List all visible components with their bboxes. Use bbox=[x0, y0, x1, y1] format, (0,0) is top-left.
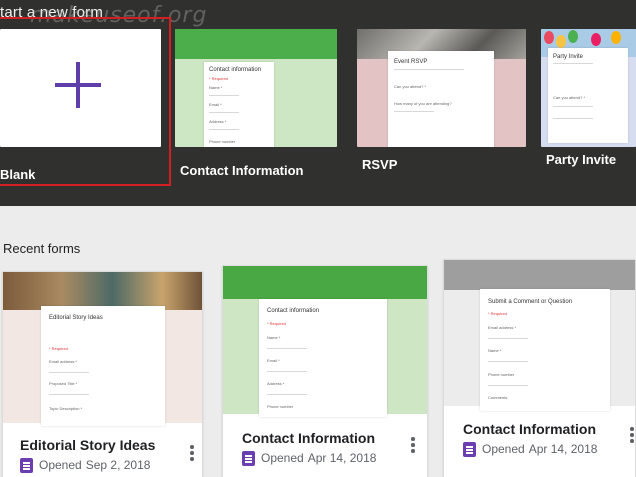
template-contact-label[interactable]: Contact Information bbox=[180, 163, 304, 178]
preview-line bbox=[488, 385, 528, 386]
form-preview: Editorial Story Ideas * Required Email a… bbox=[41, 306, 165, 426]
preview-line bbox=[488, 361, 528, 362]
preview-line bbox=[553, 63, 593, 64]
preview-line bbox=[488, 338, 528, 339]
preview-title: Contact information bbox=[209, 67, 262, 73]
preview-field: Phone number bbox=[488, 372, 515, 377]
preview-title: Event RSVP bbox=[394, 59, 428, 65]
more-vert-icon[interactable] bbox=[409, 437, 417, 455]
forms-icon bbox=[20, 458, 33, 473]
start-new-form-panel: tart a new form makeuseof.org Blank Cont… bbox=[0, 0, 636, 206]
preview-field: Address * bbox=[209, 119, 227, 124]
preview-line bbox=[267, 394, 307, 395]
opened-label: Opened bbox=[39, 458, 82, 472]
recent-form-opened: Opened Apr 14, 2018 bbox=[482, 442, 597, 456]
selection-highlight bbox=[0, 17, 171, 186]
recent-form-opened: Opened Sep 2, 2018 bbox=[39, 458, 150, 472]
balloon bbox=[591, 33, 601, 46]
forms-icon bbox=[242, 451, 255, 466]
card-thumbnail: Editorial Story Ideas * Required Email a… bbox=[3, 272, 202, 426]
preview-field: Name * bbox=[267, 335, 281, 340]
preview-title: Party Invite bbox=[553, 54, 584, 60]
recent-form-card[interactable]: Editorial Story Ideas * Required Email a… bbox=[2, 271, 203, 477]
recent-form-title[interactable]: Contact Information bbox=[242, 430, 375, 446]
preview-field: Phone number bbox=[209, 139, 236, 144]
balloon bbox=[544, 31, 554, 44]
preview-line bbox=[209, 95, 239, 96]
preview-title: Editorial Story Ideas bbox=[49, 315, 103, 321]
preview-required: * Required bbox=[209, 76, 228, 81]
form-preview: Event RSVP Can you attend? * How many of… bbox=[388, 51, 494, 147]
preview-field: Can you attend? * bbox=[394, 84, 427, 89]
more-vert-icon[interactable] bbox=[628, 427, 635, 445]
card-thumbnail: Submit a Comment or Question * Required … bbox=[444, 260, 635, 411]
preview-field: Comments bbox=[488, 395, 508, 400]
preview-required: * Required bbox=[267, 321, 286, 326]
template-rsvp-thumbnail[interactable]: Event RSVP Can you attend? * How many of… bbox=[357, 29, 526, 147]
balloon bbox=[556, 35, 566, 48]
header-band bbox=[444, 260, 635, 290]
preview-field: Email * bbox=[209, 102, 222, 107]
preview-field: How many of you are attending? bbox=[394, 101, 452, 106]
template-party-thumbnail[interactable]: Party Invite Can you attend? * bbox=[541, 29, 636, 147]
preview-line bbox=[209, 129, 239, 130]
recent-form-title[interactable]: Contact Information bbox=[463, 421, 596, 437]
preview-line bbox=[394, 69, 464, 70]
preview-line bbox=[49, 372, 89, 373]
preview-title: Submit a Comment or Question bbox=[488, 299, 573, 305]
preview-title: Contact information bbox=[267, 308, 320, 314]
template-blank-label[interactable]: Blank bbox=[0, 167, 35, 182]
balloon bbox=[611, 31, 621, 44]
template-contact-thumbnail[interactable]: Contact information * Required Name * Em… bbox=[175, 29, 337, 147]
recent-form-card[interactable]: Submit a Comment or Question * Required … bbox=[443, 259, 636, 477]
preview-line bbox=[49, 394, 89, 395]
template-party-label[interactable]: Party Invite bbox=[546, 152, 616, 167]
recent-form-opened: Opened Apr 14, 2018 bbox=[261, 451, 376, 465]
preview-field: Proposed Title * bbox=[49, 381, 78, 386]
opened-date: Apr 14, 2018 bbox=[307, 451, 377, 465]
header-band bbox=[223, 266, 427, 299]
preview-field: Name * bbox=[209, 85, 223, 90]
header-band bbox=[175, 29, 337, 59]
preview-required: * Required bbox=[49, 346, 68, 351]
preview-line bbox=[553, 118, 593, 119]
recent-form-title[interactable]: Editorial Story Ideas bbox=[20, 437, 155, 453]
forms-icon bbox=[463, 442, 476, 457]
preview-line bbox=[394, 111, 434, 112]
opened-date: Sep 2, 2018 bbox=[85, 458, 151, 472]
recent-form-card[interactable]: Contact information * Required Name * Em… bbox=[222, 265, 428, 477]
opened-date: Apr 14, 2018 bbox=[528, 442, 598, 456]
form-preview: Contact information * Required Name * Em… bbox=[204, 62, 274, 147]
more-vert-icon[interactable] bbox=[188, 445, 196, 463]
opened-label: Opened bbox=[261, 451, 304, 465]
form-preview: Submit a Comment or Question * Required … bbox=[480, 289, 610, 411]
preview-required: * Required bbox=[488, 311, 507, 316]
section-title-recent-forms: Recent forms bbox=[3, 241, 81, 256]
preview-field: Name * bbox=[488, 348, 502, 353]
template-rsvp-label[interactable]: RSVP bbox=[362, 157, 397, 172]
form-preview: Contact information * Required Name * Em… bbox=[259, 299, 387, 417]
preview-field: Can you attend? * bbox=[553, 95, 586, 100]
preview-field: Address * bbox=[267, 381, 285, 386]
preview-field: Email address * bbox=[488, 325, 517, 330]
form-preview: Party Invite Can you attend? * bbox=[548, 48, 628, 143]
balloon bbox=[568, 30, 578, 43]
header-photo bbox=[3, 272, 202, 310]
preview-line bbox=[209, 112, 239, 113]
preview-field: Email * bbox=[267, 358, 280, 363]
preview-field: Phone number bbox=[267, 404, 294, 409]
card-thumbnail: Contact information * Required Name * Em… bbox=[223, 266, 427, 417]
preview-field: Topic Description * bbox=[49, 406, 83, 411]
opened-label: Opened bbox=[482, 442, 525, 456]
preview-line bbox=[267, 371, 307, 372]
preview-line bbox=[553, 106, 593, 107]
preview-line bbox=[267, 348, 307, 349]
preview-field: Email address * bbox=[49, 359, 78, 364]
